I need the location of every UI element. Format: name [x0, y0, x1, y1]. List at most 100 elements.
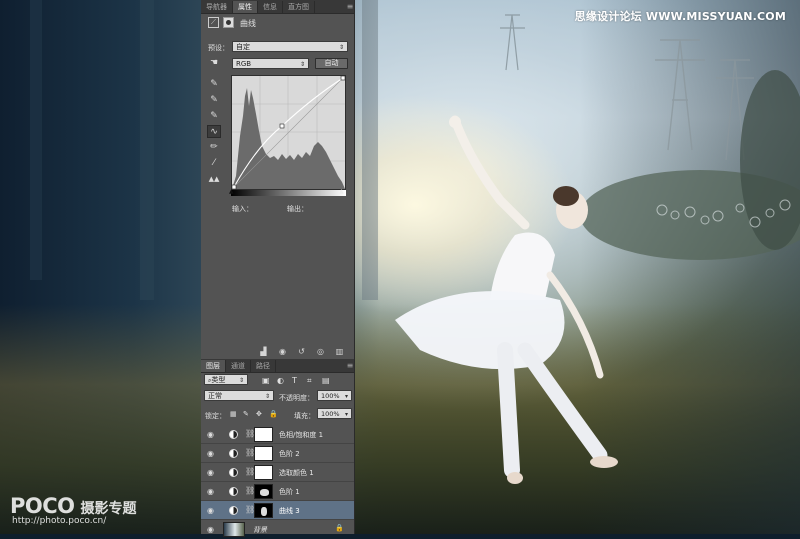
lock-transparent-icon[interactable]: ▦: [230, 410, 237, 418]
properties-tab-bar: 导航器 属性 信息 直方图 ≡: [201, 0, 354, 14]
reset-icon[interactable]: ↺: [296, 346, 307, 357]
pencil-tool-icon[interactable]: ✏: [207, 141, 221, 154]
output-label: 输出：: [287, 205, 308, 213]
white-eyedropper-icon[interactable]: ✎: [207, 110, 221, 123]
opacity-field[interactable]: 100% ▾: [317, 390, 352, 401]
histogram: [232, 88, 345, 189]
input-label: 输入：: [232, 205, 253, 213]
layer-row[interactable]: ◉ ⛓ 选取颜色 1: [201, 463, 354, 482]
visibility-eye-icon[interactable]: ◎: [315, 346, 326, 357]
updown-arrows-icon: ⇕: [338, 44, 344, 51]
on-image-adjust-icon[interactable]: ☚: [207, 57, 221, 70]
power-tower: [655, 39, 705, 151]
layer-name: 曲线 3: [279, 507, 300, 515]
chevron-down-icon: ▾: [344, 393, 348, 400]
poco-logo-text: POCO: [10, 494, 75, 518]
tab-info[interactable]: 信息: [258, 1, 283, 13]
tab-histogram[interactable]: 直方图: [283, 1, 315, 13]
layer-row-background[interactable]: ◉ 背景 🔒: [201, 520, 354, 539]
filter-pixel-icon[interactable]: ▣: [262, 376, 270, 385]
curve-endpoint[interactable]: [340, 75, 346, 81]
background-thumbnail[interactable]: [223, 522, 245, 537]
filter-shape-icon[interactable]: ⌗: [307, 376, 312, 386]
adjustment-layer-icon: [229, 468, 238, 477]
curves-histogram-svg: [231, 75, 346, 190]
auto-button[interactable]: 自动: [315, 58, 348, 69]
adjustment-layer-icon: [229, 430, 238, 439]
blend-mode-value: 正常: [208, 392, 222, 400]
eye-icon[interactable]: ◉: [206, 525, 215, 534]
view-previous-icon[interactable]: ◉: [277, 346, 288, 357]
eye-icon[interactable]: ◉: [206, 506, 215, 515]
tab-properties[interactable]: 属性: [233, 1, 258, 13]
channel-value: RGB: [236, 60, 252, 68]
layer-mask-thumbnail[interactable]: [254, 484, 273, 499]
clip-to-layer-icon[interactable]: ▟: [258, 346, 269, 357]
curve-control-point[interactable]: [279, 123, 285, 129]
tab-channels[interactable]: 通道: [226, 360, 251, 372]
updown-arrows-icon: ⇕: [238, 377, 244, 384]
layer-name: 选取颜色 1: [279, 469, 314, 477]
layer-row[interactable]: ◉ ⛓ 色相/饱和度 1: [201, 425, 354, 444]
opacity-value: 100%: [321, 392, 340, 400]
layer-row[interactable]: ◉ ⛓ 色阶 2: [201, 444, 354, 463]
black-eyedropper-icon[interactable]: ✎: [207, 78, 221, 91]
eye-icon[interactable]: ◉: [206, 449, 215, 458]
mask-icon[interactable]: [223, 17, 234, 28]
curve-point-tool-icon[interactable]: ∿: [207, 125, 221, 138]
eye-icon[interactable]: ◉: [206, 430, 215, 439]
panel-title: 曲线: [240, 19, 256, 28]
properties-bottom-bar: ▟ ◉ ↺ ◎ ▥: [201, 346, 354, 359]
channel-dropdown[interactable]: RGB ⇕: [232, 58, 309, 69]
layer-mask-thumbnail[interactable]: [254, 465, 273, 480]
blend-mode-dropdown[interactable]: 正常 ⇕: [204, 390, 274, 401]
poco-logo: POCO 摄影专题: [10, 494, 137, 518]
lock-icon: 🔒: [335, 524, 344, 532]
tree-trunk: [362, 0, 378, 300]
photo-illustration: [30, 0, 800, 484]
lock-all-icon[interactable]: 🔒: [269, 410, 278, 418]
poco-logo-subtitle: 摄影专题: [80, 501, 137, 517]
layer-mask-thumbnail[interactable]: [254, 446, 273, 461]
filter-type-icon[interactable]: T: [292, 376, 297, 385]
panel-menu-icon[interactable]: ≡: [346, 360, 354, 372]
layer-row-selected[interactable]: ◉ ⛓ 曲线 3: [201, 501, 354, 520]
adjustment-layer-icon: [229, 449, 238, 458]
filter-adjustment-icon[interactable]: ◐: [277, 376, 284, 385]
fill-label: 填充：: [294, 412, 315, 420]
chevron-down-icon: ▾: [344, 411, 348, 418]
input-gradient-slider[interactable]: [231, 190, 346, 196]
tree-trunk: [140, 0, 154, 300]
tab-layers[interactable]: 图层: [201, 360, 226, 372]
layer-mask-thumbnail[interactable]: [254, 503, 273, 518]
smooth-curve-icon[interactable]: ⁄: [207, 157, 221, 170]
layer-filter-dropdown[interactable]: ⌕类型 ⇕: [204, 374, 248, 385]
curves-graph[interactable]: [231, 75, 346, 190]
layers-panel: 图层 通道 路径 ≡ ⌕类型 ⇕ ▣ ◐ T ⌗ ▤ 正常 ⇕ 不透明度： 100%…: [201, 359, 355, 537]
gray-eyedropper-icon[interactable]: ✎: [207, 94, 221, 107]
white-point-slider-icon[interactable]: ▲: [339, 188, 344, 195]
lock-image-icon[interactable]: ✎: [243, 410, 249, 418]
tree-trunk: [30, 0, 42, 280]
clipping-warning-icon[interactable]: ▲▲: [207, 173, 221, 186]
fill-field[interactable]: 100% ▾: [317, 408, 352, 419]
layer-row[interactable]: ◉ ⛓ 色阶 1: [201, 482, 354, 501]
filter-smart-object-icon[interactable]: ▤: [322, 376, 330, 385]
lock-position-icon[interactable]: ✥: [256, 410, 262, 418]
lock-label: 锁定：: [205, 412, 226, 420]
layer-filter-value: 类型: [211, 376, 226, 384]
preset-dropdown[interactable]: 自定 ⇕: [232, 41, 348, 52]
preset-value: 自定: [236, 43, 250, 51]
tab-paths[interactable]: 路径: [251, 360, 276, 372]
tab-navigator[interactable]: 导航器: [201, 1, 233, 13]
eye-icon[interactable]: ◉: [206, 487, 215, 496]
eye-icon[interactable]: ◉: [206, 468, 215, 477]
panel-menu-icon[interactable]: ≡: [346, 1, 354, 13]
fill-value: 100%: [321, 410, 340, 418]
preset-label: 预设：: [208, 44, 229, 52]
trash-icon[interactable]: ▥: [334, 346, 345, 357]
layer-mask-thumbnail[interactable]: [254, 427, 273, 442]
updown-arrows-icon: ⇕: [264, 393, 270, 400]
layers-tab-bar: 图层 通道 路径 ≡: [201, 359, 354, 373]
black-point-slider-icon[interactable]: ▲: [229, 188, 234, 195]
